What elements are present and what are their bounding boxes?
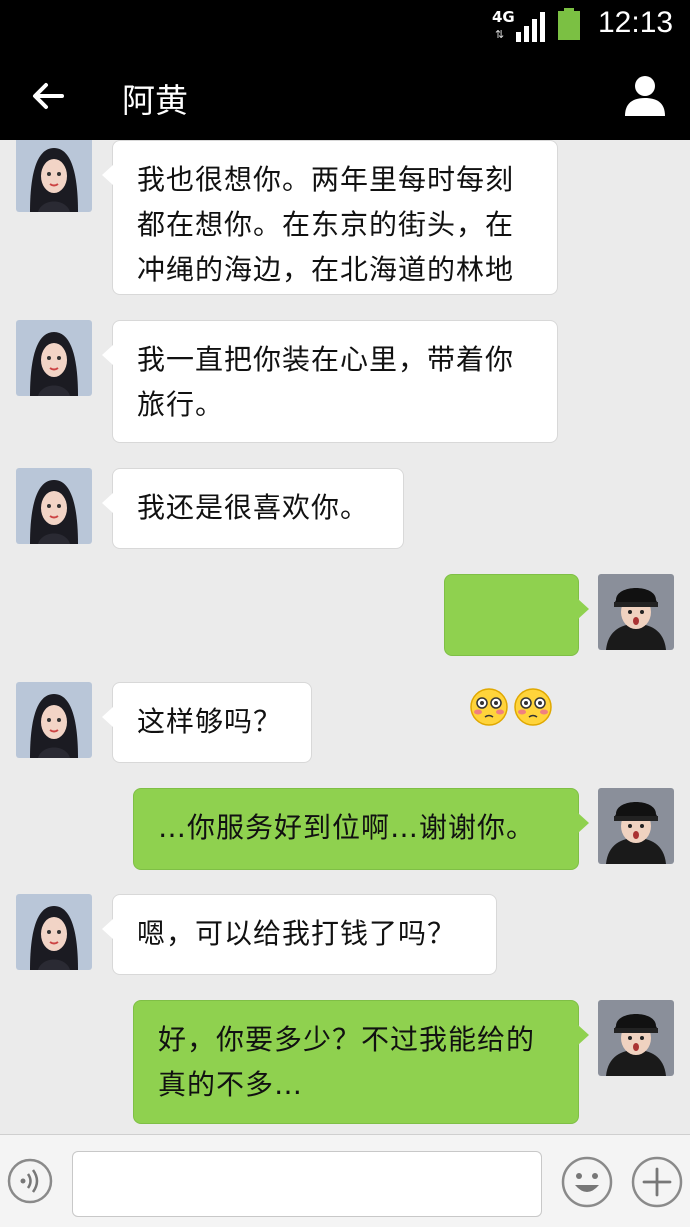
my-avatar[interactable] (598, 1000, 674, 1076)
outgoing-message-bubble[interactable] (444, 574, 589, 726)
back-arrow-icon[interactable] (28, 76, 68, 116)
plus-icon[interactable] (630, 1155, 684, 1209)
contact-avatar[interactable] (16, 894, 92, 970)
emoji-smile-icon[interactable] (560, 1155, 614, 1209)
message-input-bar (0, 1134, 690, 1227)
flushed-face-icon (514, 688, 552, 726)
outgoing-message-bubble[interactable]: …你服务好到位啊…谢谢你。 (133, 788, 589, 870)
message-input[interactable] (72, 1151, 542, 1217)
outgoing-message-bubble[interactable]: 好，你要多少？不过我能给的 真的不多… (133, 1000, 589, 1124)
contact-avatar[interactable] (16, 468, 92, 544)
contact-avatar[interactable] (16, 140, 92, 212)
contact-profile-icon[interactable] (622, 72, 668, 118)
status-time: 12:13 (598, 6, 674, 39)
incoming-message-bubble[interactable]: 我也很想你。两年里每时每刻 都在想你。在东京的街头，在 冲绳的海边，在北海道的林… (102, 140, 558, 295)
incoming-message-bubble[interactable]: 嗯，可以给我打钱了吗？ (102, 894, 497, 975)
incoming-message-bubble[interactable]: 我一直把你装在心里，带着你 旅行。 (102, 320, 558, 443)
network-type: 4G (492, 8, 515, 26)
contact-avatar[interactable] (16, 320, 92, 396)
status-bar: 4G ⇅ 12:13 (0, 0, 690, 52)
chat-message-list[interactable]: 我也很想你。两年里每时每刻 都在想你。在东京的街头，在 冲绳的海边，在北海道的林… (0, 140, 690, 1134)
chat-header: 阿黄 (0, 52, 690, 140)
flushed-face-icon (470, 688, 508, 726)
voice-toggle-icon[interactable] (6, 1157, 54, 1205)
incoming-message-bubble[interactable]: 这样够吗？ (102, 682, 312, 763)
battery-icon (558, 8, 580, 40)
my-avatar[interactable] (598, 574, 674, 650)
contact-avatar[interactable] (16, 682, 92, 758)
chat-title: 阿黄 (122, 81, 188, 120)
data-arrows-icon: ⇅ (495, 28, 505, 41)
my-avatar[interactable] (598, 788, 674, 864)
incoming-message-bubble[interactable]: 我还是很喜欢你。 (102, 468, 404, 549)
signal-icon (516, 12, 545, 42)
